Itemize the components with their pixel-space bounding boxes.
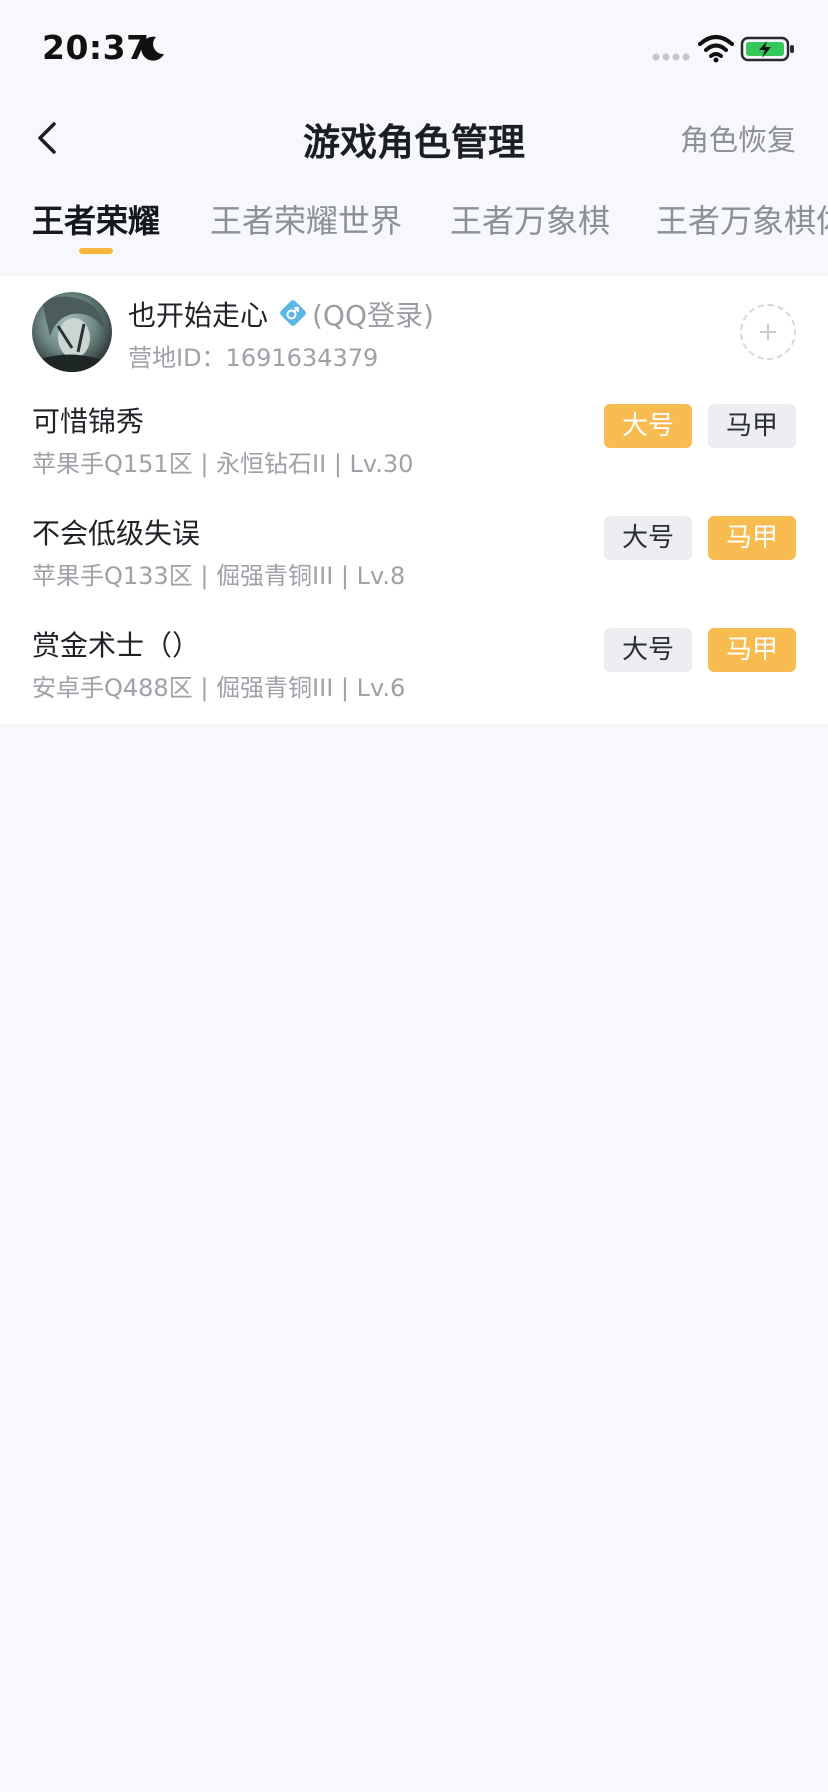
wifi-icon: [698, 35, 734, 63]
status-time: 20:37: [42, 28, 150, 67]
role-row[interactable]: 不会低级失误 苹果手Q133区 | 倔强青铜III | Lv.8 大号 马甲: [0, 496, 828, 606]
role-detail: 苹果手Q151区 | 永恒钻石II | Lv.30: [32, 450, 414, 478]
role-detail: 安卓手Q488区 | 倔强青铜III | Lv.6: [32, 674, 406, 702]
moon-icon: [141, 36, 164, 61]
battery-charging-icon: [740, 36, 794, 62]
main-account-tag[interactable]: 大号: [604, 516, 692, 560]
tab-wanxiang-chess-2[interactable]: 王者万象棋体: [656, 196, 828, 242]
main-account-tag[interactable]: 大号: [604, 628, 692, 672]
avatar[interactable]: [32, 292, 112, 372]
nav-bar: 游戏角色管理 角色恢复: [0, 100, 828, 176]
active-tab-indicator: [79, 248, 113, 254]
alt-account-tag[interactable]: 马甲: [708, 628, 796, 672]
page: 20:37 游戏角色管理 角色恢复 王者荣耀 王者荣耀世界 王者万象棋 王者万象…: [0, 0, 828, 1792]
role-name: 可惜锦秀: [32, 405, 145, 438]
role-restore-button[interactable]: 角色恢复: [680, 117, 796, 159]
status-bar: 20:37: [0, 0, 828, 100]
game-tabs: 王者荣耀 王者荣耀世界 王者万象棋 王者万象棋体: [0, 196, 828, 258]
alt-account-tag[interactable]: 马甲: [708, 404, 796, 448]
tab-honor-of-kings[interactable]: 王者荣耀: [32, 196, 160, 242]
role-detail: 苹果手Q133区 | 倔强青铜III | Lv.8: [32, 562, 406, 590]
role-row[interactable]: 赏金术士（） 安卓手Q488区 | 倔强青铜III | Lv.6 大号 马甲: [0, 608, 828, 718]
role-name: 赏金术士（）: [32, 629, 201, 662]
alt-account-tag[interactable]: 马甲: [708, 516, 796, 560]
male-gender-icon: [280, 300, 306, 326]
add-role-button[interactable]: [740, 304, 796, 360]
login-type: (QQ登录): [312, 299, 434, 332]
role-row[interactable]: 可惜锦秀 苹果手Q151区 | 永恒钻石II | Lv.30 大号 马甲: [0, 384, 828, 494]
role-name: 不会低级失误: [32, 517, 201, 550]
account-name: 也开始走心: [128, 299, 269, 332]
main-account-tag[interactable]: 大号: [604, 404, 692, 448]
camp-id: 营地ID：1691634379: [128, 344, 379, 372]
role-card: 也开始走心 (QQ登录) 营地ID：1691634379 可惜锦秀 苹果手Q15…: [0, 276, 828, 724]
tab-honor-of-kings-world[interactable]: 王者荣耀世界: [210, 196, 402, 242]
avatar-image: [32, 292, 112, 372]
tab-wanxiang-chess[interactable]: 王者万象棋: [450, 196, 610, 242]
signal-icon: [652, 53, 690, 61]
